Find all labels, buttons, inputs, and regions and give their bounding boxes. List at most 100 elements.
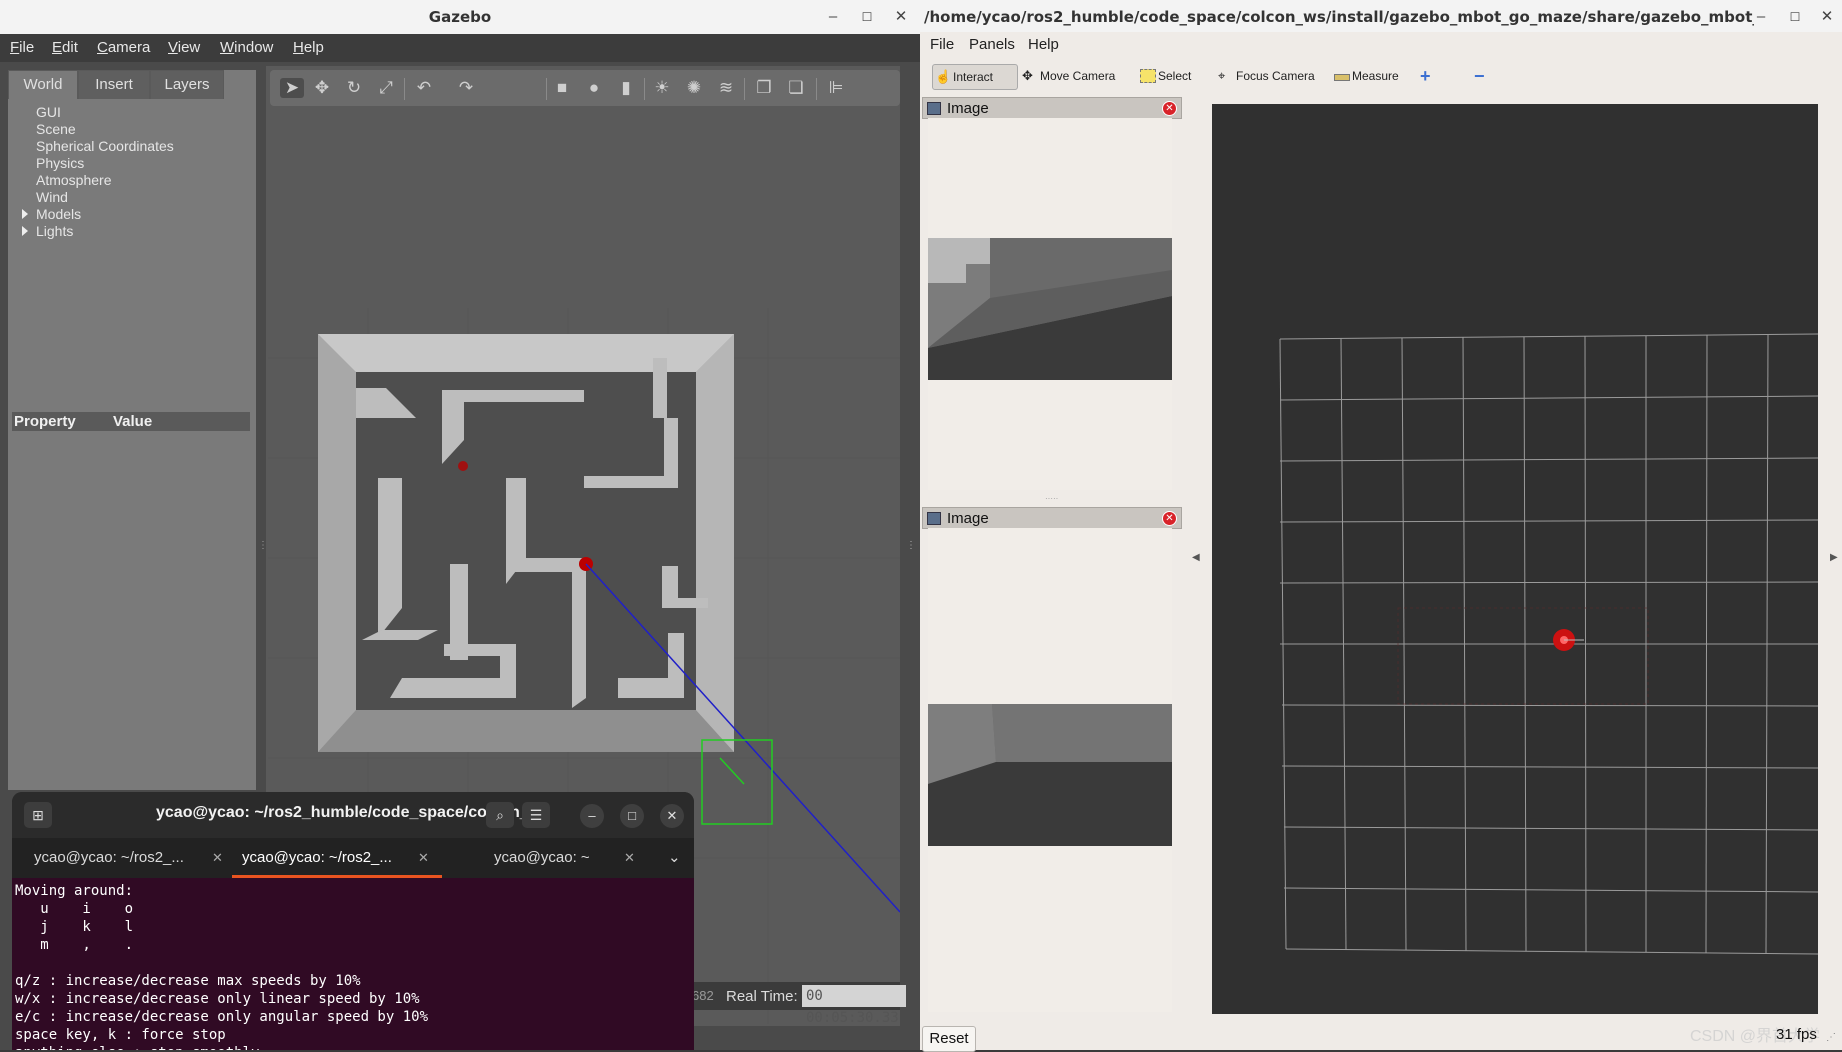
rotate-icon[interactable]: ↻ <box>344 78 364 98</box>
redo-icon[interactable]: ↷ <box>456 78 476 98</box>
close-panel-icon[interactable]: ✕ <box>1162 101 1177 116</box>
collapse-right-icon[interactable]: ▶ <box>1830 552 1838 563</box>
close-icon[interactable]: ✕ <box>1816 6 1838 28</box>
collapse-left-icon[interactable]: ◀ <box>1192 552 1200 563</box>
menu-file[interactable]: File <box>930 36 954 53</box>
copy-icon[interactable]: ❐ <box>754 78 774 98</box>
menu-panels[interactable]: Panels <box>969 36 1015 53</box>
property-column-header: Property <box>14 413 76 430</box>
select-mode-icon[interactable]: ➤ <box>280 78 304 98</box>
property-table-header: Property Value <box>12 412 250 431</box>
hamburger-menu-icon[interactable]: ☰ <box>522 802 550 828</box>
menu-window[interactable]: Window <box>220 39 273 56</box>
point-light-icon[interactable]: ☀ <box>652 78 672 98</box>
align-icon[interactable]: ⊫ <box>826 78 846 98</box>
menu-file[interactable]: File <box>10 39 34 56</box>
gazebo-toolbar: ➤ ✥ ↻ ⤢ ↶ ↷ ■ ● ▮ ☀ ✺ ≋ ❐ ❏ ⊫ <box>270 70 900 106</box>
maximize-icon[interactable]: □ <box>620 804 644 828</box>
maximize-icon[interactable]: ☐ <box>856 6 878 28</box>
image-panel-header[interactable]: Image ✕ <box>922 507 1182 529</box>
remove-tool-icon[interactable]: − <box>1474 64 1485 88</box>
translate-icon[interactable]: ✥ <box>312 78 332 98</box>
tab-layers[interactable]: Layers <box>150 70 224 99</box>
tab-insert[interactable]: Insert <box>78 70 150 99</box>
terminal-line: w/x : increase/decrease only linear spee… <box>15 991 420 1007</box>
resize-grip-icon[interactable]: ⋰ <box>1826 1032 1836 1043</box>
sphere-shape-icon[interactable]: ● <box>584 78 604 98</box>
maximize-icon[interactable]: ☐ <box>1784 6 1806 28</box>
tree-item-physics[interactable]: Physics <box>36 155 84 171</box>
terminal-tab[interactable]: ycao@ycao: ~/ros2_... ✕ <box>34 838 234 878</box>
tree-item-spherical-coordinates[interactable]: Spherical Coordinates <box>36 138 174 154</box>
rviz-titlebar: /home/ycao/ros2_humble/code_space/colcon… <box>920 0 1842 33</box>
expand-arrow-icon[interactable] <box>22 209 28 219</box>
minimize-icon[interactable]: – <box>822 6 844 28</box>
search-icon[interactable]: ⌕ <box>486 802 514 828</box>
tab-world[interactable]: World <box>8 70 78 99</box>
measure-tool[interactable]: Measure <box>1332 64 1399 88</box>
menu-view[interactable]: View <box>168 39 200 56</box>
menu-help[interactable]: Help <box>293 39 324 56</box>
camera-image <box>928 238 1172 380</box>
terminal-tab[interactable]: ycao@ycao: ~ ✕ <box>494 838 654 878</box>
close-icon[interactable]: ✕ <box>660 804 684 828</box>
focus-camera-icon: ⌖ <box>1218 68 1226 83</box>
gazebo-title: Gazebo <box>428 8 492 26</box>
gazebo-titlebar: Gazebo – ☐ ✕ <box>0 0 920 35</box>
undo-icon[interactable]: ↶ <box>414 78 434 98</box>
terminal-headerbar: ⊞ ycao@ycao: ~/ros2_humble/code_space/co… <box>12 792 694 838</box>
add-tool-icon[interactable]: + <box>1420 64 1431 88</box>
move-camera-icon: ✥ <box>1022 68 1033 83</box>
close-icon[interactable]: ✕ <box>890 6 912 28</box>
spot-light-icon[interactable]: ✺ <box>684 78 704 98</box>
rviz-title: /home/ycao/ros2_humble/code_space/colcon… <box>924 8 1754 26</box>
select-tool[interactable]: Select <box>1138 64 1191 88</box>
tree-item-models[interactable]: Models <box>36 206 81 222</box>
menu-help[interactable]: Help <box>1028 36 1059 53</box>
expand-arrow-icon[interactable] <box>22 226 28 236</box>
terminal-line: u i o <box>15 901 134 917</box>
move-camera-tool[interactable]: ✥ Move Camera <box>1020 64 1115 88</box>
focus-camera-tool[interactable]: ⌖ Focus Camera <box>1216 64 1315 88</box>
menu-camera[interactable]: Camera <box>97 39 150 56</box>
close-tab-icon[interactable]: ✕ <box>418 838 429 878</box>
real-time-value: 00 00:05:30.33 <box>802 985 906 1026</box>
terminal-line: Moving around: <box>15 883 134 899</box>
terminal-line: e/c : increase/decrease only angular spe… <box>15 1009 429 1025</box>
tree-item-gui[interactable]: GUI <box>36 104 61 120</box>
tree-item-lights[interactable]: Lights <box>36 223 73 239</box>
interact-tool[interactable]: ☝ Interact <box>932 64 1018 90</box>
scale-icon[interactable]: ⤢ <box>376 78 396 98</box>
image-panel-header[interactable]: Image ✕ <box>922 97 1182 119</box>
box-shape-icon[interactable]: ■ <box>552 78 572 98</box>
terminal-line: space key, k : force stop <box>15 1027 226 1043</box>
minimize-icon[interactable]: – <box>580 804 604 828</box>
tree-item-wind[interactable]: Wind <box>36 189 68 205</box>
menu-edit[interactable]: Edit <box>52 39 78 56</box>
terminal-output[interactable]: Moving around: u i o j k l m , . q/z : i… <box>12 878 694 1050</box>
cylinder-shape-icon[interactable]: ▮ <box>616 78 636 98</box>
ruler-icon <box>1334 74 1350 81</box>
camera-image <box>928 704 1172 846</box>
paste-icon[interactable]: ❏ <box>786 78 806 98</box>
minimize-icon[interactable]: – <box>1750 6 1772 28</box>
rviz-toolbar: ☝ Interact ✥ Move Camera Select ⌖ Focus Cam… <box>920 58 1842 94</box>
terminal-line: q/z : increase/decrease max speeds by 10… <box>15 973 361 989</box>
reset-button[interactable]: Reset <box>922 1026 976 1052</box>
gazebo-statusbar: 682 Real Time: 00 00:05:30.33 <box>690 982 906 1026</box>
terminal-tabbar: ycao@ycao: ~/ros2_... ✕ ycao@ycao: ~/ros… <box>12 838 694 878</box>
close-panel-icon[interactable]: ✕ <box>1162 511 1177 526</box>
tab-list-chevron-icon[interactable]: ⌄ <box>668 838 688 878</box>
sim-time-partial: 682 <box>692 988 714 1003</box>
terminal-tab-label: ycao@ycao: ~ <box>494 849 590 866</box>
directional-light-icon[interactable]: ≋ <box>716 78 736 98</box>
close-tab-icon[interactable]: ✕ <box>624 838 635 878</box>
terminal-tab-active[interactable]: ycao@ycao: ~/ros2_... ✕ <box>232 838 442 878</box>
splitter-handle[interactable]: ····· <box>1045 494 1058 503</box>
splitter-handle[interactable]: ⋮ <box>906 540 916 551</box>
close-tab-icon[interactable]: ✕ <box>212 838 223 878</box>
terminal-line: j k l <box>15 919 134 935</box>
tree-item-atmosphere[interactable]: Atmosphere <box>36 172 111 188</box>
tree-item-scene[interactable]: Scene <box>36 121 76 137</box>
rviz-3d-view[interactable] <box>1212 104 1823 1014</box>
